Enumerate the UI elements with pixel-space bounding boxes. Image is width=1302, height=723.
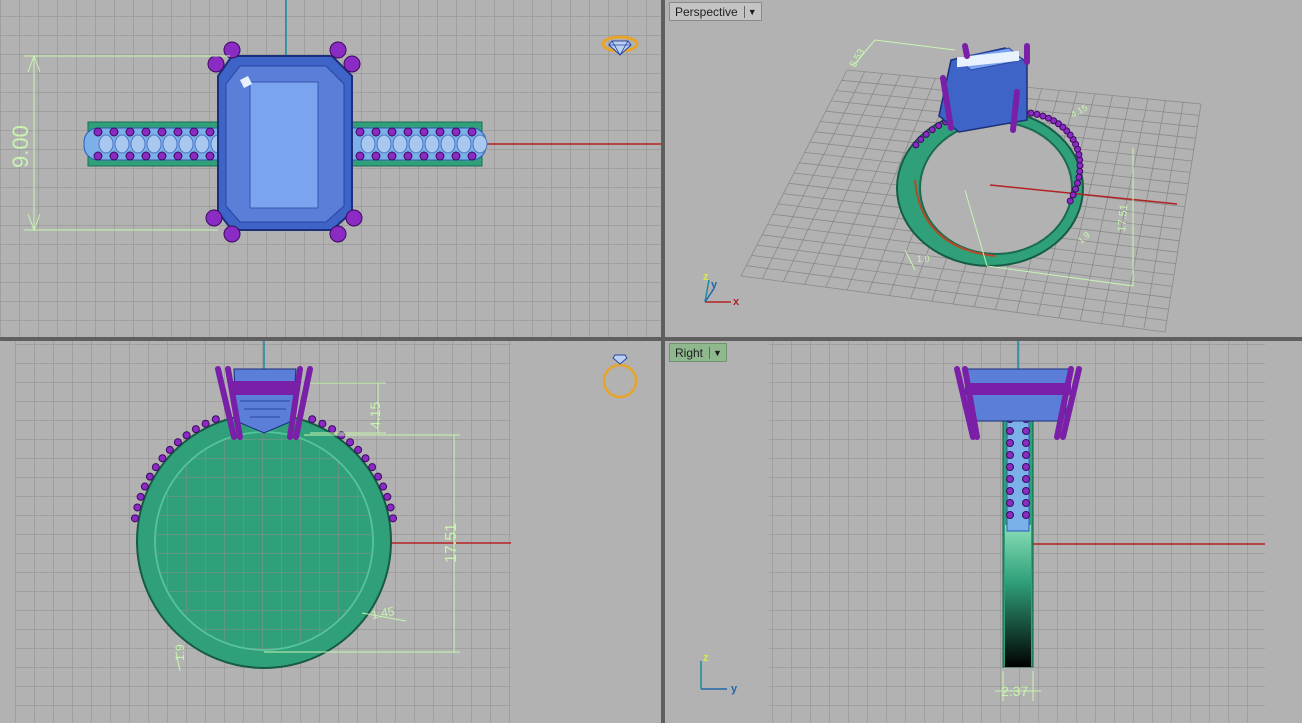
viewport-front[interactable]: 4.15 17.51 1.45 1.9 bbox=[0, 341, 661, 723]
viewport-separator-horizontal[interactable] bbox=[0, 337, 1302, 341]
viewport-label-right[interactable]: Right ▼ bbox=[669, 343, 727, 362]
viewport-perspective[interactable]: 5.53 17.51 4.15 1.0 1.9 x z y Perspectiv… bbox=[665, 0, 1302, 337]
top-scene: 9.00 bbox=[0, 0, 661, 337]
svg-text:z: z bbox=[703, 271, 709, 283]
svg-text:1.9: 1.9 bbox=[173, 644, 187, 661]
viewport-right[interactable]: 2.37 y z Right ▼ bbox=[665, 341, 1302, 723]
viewport-top[interactable]: 9.00 bbox=[0, 0, 661, 337]
svg-text:4.15: 4.15 bbox=[367, 402, 383, 429]
viewport-separator-vertical[interactable] bbox=[661, 0, 665, 723]
chevron-down-icon[interactable]: ▼ bbox=[743, 5, 757, 18]
viewport-label-perspective[interactable]: Perspective ▼ bbox=[669, 2, 762, 21]
viewport-label-text: Perspective bbox=[675, 4, 738, 19]
axis-triad-right: y z bbox=[700, 652, 738, 695]
right-scene: 2.37 y z bbox=[700, 341, 1265, 723]
front-scene: 4.15 17.51 1.45 1.9 bbox=[15, 341, 638, 723]
svg-text:z: z bbox=[703, 652, 709, 664]
top-dim-label: 9.00 bbox=[8, 125, 33, 168]
svg-text:1.0: 1.0 bbox=[917, 254, 930, 264]
right-dim-label: 2.37 bbox=[1001, 683, 1028, 699]
svg-text:17.51: 17.51 bbox=[443, 523, 460, 563]
svg-text:x: x bbox=[733, 296, 740, 308]
chevron-down-icon[interactable]: ▼ bbox=[709, 346, 722, 359]
viewport-label-text: Right bbox=[675, 345, 704, 360]
ring-gizmo-icon[interactable] bbox=[602, 354, 638, 399]
svg-text:17.51: 17.51 bbox=[1116, 204, 1130, 232]
svg-text:y: y bbox=[731, 683, 738, 695]
perspective-scene: 5.53 17.51 4.15 1.0 1.9 x z y bbox=[665, 0, 1302, 337]
svg-text:y: y bbox=[711, 279, 718, 291]
